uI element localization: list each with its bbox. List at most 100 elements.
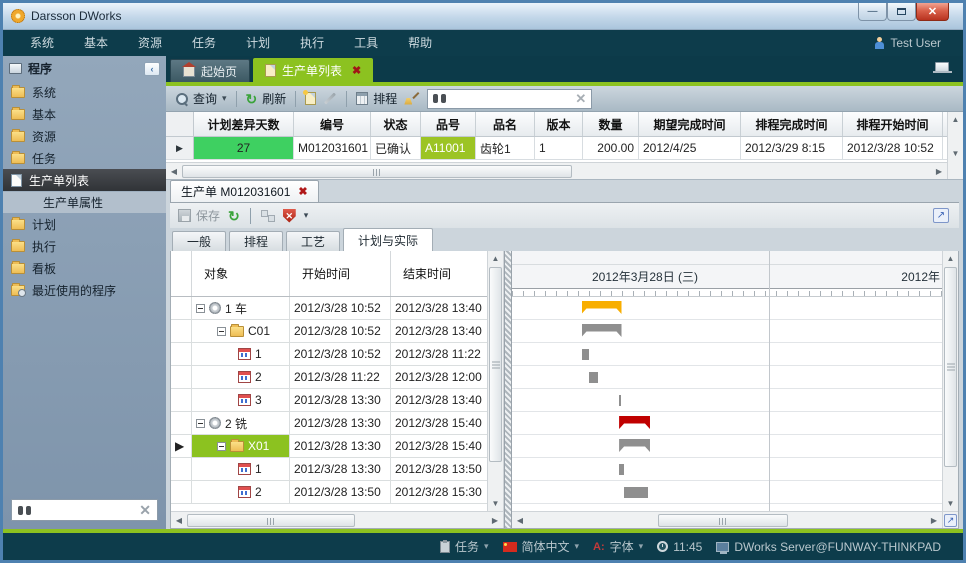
column-header-排程完成时间[interactable]: 排程完成时间 [741, 112, 843, 136]
tree-collapse-icon[interactable] [196, 419, 205, 428]
status-font-menu[interactable]: A: 字体 ▾ [593, 538, 643, 555]
scroll-down-icon[interactable]: ▼ [943, 496, 958, 511]
orders-hscrollbar[interactable]: ◀ ▶ [166, 162, 947, 179]
user-area[interactable]: Test User [874, 36, 941, 50]
tree-node[interactable]: X01 [192, 435, 290, 457]
column-header-计划差异天数[interactable]: 计划差异天数 [194, 112, 294, 136]
new-document-icon[interactable] [305, 92, 316, 105]
tree-collapse-icon[interactable] [217, 327, 226, 336]
scroll-up-icon[interactable]: ▲ [943, 251, 958, 266]
gantt-hscroll-thumb[interactable] [658, 514, 788, 527]
scroll-left-icon[interactable]: ◀ [171, 516, 187, 525]
sidebar-item-最近使用的程序[interactable]: 最近使用的程序 [3, 279, 166, 301]
grid-search-box[interactable]: ✕ [427, 89, 592, 109]
detail-tab-排程[interactable]: 排程 [229, 231, 283, 251]
detail-tab-计划与实际[interactable]: 计划与实际 [343, 228, 433, 251]
status-language-menu[interactable]: 简体中文 ▾ [503, 538, 580, 555]
status-task-menu[interactable]: 任务 ▾ [440, 538, 489, 555]
tree-node[interactable]: 1 [192, 458, 290, 480]
gantt-bar-task[interactable] [624, 487, 648, 498]
detail-refresh-icon[interactable]: ↻ [228, 210, 240, 222]
tree-hscrollbar[interactable]: ◀ ▶ [171, 511, 503, 528]
detail-tab-工艺[interactable]: 工艺 [286, 231, 340, 251]
tree-node[interactable]: C01 [192, 320, 290, 342]
column-header-状态[interactable]: 状态 [371, 112, 421, 136]
detail-doc-tab[interactable]: 生产单 M012031601 ✖ [170, 180, 319, 202]
tree-column-header-结束时间[interactable]: 结束时间 [391, 251, 488, 296]
tree-node[interactable]: 2 [192, 481, 290, 503]
tree-column-header-对象[interactable]: 对象 [192, 251, 290, 296]
open-in-window-icon[interactable]: ↗ [933, 208, 949, 223]
gantt-bar-task[interactable] [619, 395, 621, 406]
minimize-button[interactable]: — [858, 3, 887, 21]
tree-node[interactable]: 2 铣 [192, 412, 290, 434]
tree-row-1[interactable]: 12012/3/28 13:302012/3/28 13:50 [171, 458, 503, 481]
language-dropdown-icon[interactable]: ▾ [575, 541, 580, 552]
orders-vscrollbar[interactable]: ▲ ▼ [947, 112, 963, 179]
sidebar-item-生产单列表[interactable]: 生产单列表 [3, 169, 166, 191]
edit-pencil-icon[interactable] [324, 92, 336, 104]
sidebar-item-执行[interactable]: 执行 [3, 235, 166, 257]
sidebar-collapse-button[interactable]: ‹ [144, 62, 160, 76]
sidebar-item-看板[interactable]: 看板 [3, 257, 166, 279]
tree-row-C01[interactable]: C012012/3/28 10:522012/3/28 13:40 [171, 320, 503, 343]
tab-起始页[interactable]: 起始页 [170, 59, 250, 82]
shield-dropdown-icon[interactable]: ▾ [304, 210, 309, 221]
sidebar-item-生产单属性[interactable]: 生产单属性 [3, 191, 166, 213]
menu-item-资源[interactable]: 资源 [123, 30, 177, 56]
refresh-button[interactable]: ↻ 刷新 [246, 90, 287, 107]
query-button[interactable]: 查询 ▾ [176, 90, 227, 107]
order-row[interactable]: ▶27M012031601已确认A11001齿轮11200.002012/4/2… [166, 137, 963, 160]
sidebar-item-计划[interactable]: 计划 [3, 213, 166, 235]
column-header-品号[interactable]: 品号 [421, 112, 476, 136]
sidebar-item-基本[interactable]: 基本 [3, 103, 166, 125]
query-dropdown-icon[interactable]: ▾ [222, 93, 227, 104]
sidebar-item-任务[interactable]: 任务 [3, 147, 166, 169]
tree-row-1[interactable]: 12012/3/28 10:522012/3/28 11:22 [171, 343, 503, 366]
tree-hscroll-thumb[interactable] [187, 514, 355, 527]
tree-column-header-开始时间[interactable]: 开始时间 [290, 251, 391, 296]
gantt-bar-task[interactable] [589, 372, 598, 383]
tree-node[interactable]: 1 车 [192, 297, 290, 319]
tree-node[interactable]: 1 [192, 343, 290, 365]
sidebar-item-系统[interactable]: 系统 [3, 81, 166, 103]
tree-collapse-icon[interactable] [217, 442, 226, 451]
scroll-down-icon[interactable]: ▼ [488, 496, 503, 511]
tree-vscroll-thumb[interactable] [489, 267, 502, 462]
menu-item-任务[interactable]: 任务 [177, 30, 231, 56]
save-button[interactable]: 保存 [178, 207, 220, 224]
tab-生产单列表[interactable]: 生产单列表✖ [253, 58, 373, 82]
column-header-数量[interactable]: 数量 [583, 112, 639, 136]
gantt-vscrollbar[interactable]: ▲ ▼ [942, 251, 958, 511]
cancel-shield-icon[interactable]: ✕ [283, 209, 296, 223]
gantt-hscrollbar[interactable]: ◀ ▶ [512, 511, 942, 528]
tree-row-2[interactable]: 22012/3/28 13:502012/3/28 15:30 [171, 481, 503, 504]
column-header-版本[interactable]: 版本 [535, 112, 583, 136]
menu-item-执行[interactable]: 执行 [285, 30, 339, 56]
scroll-right-icon[interactable]: ▶ [926, 516, 942, 525]
close-button[interactable]: ✕ [916, 3, 949, 21]
tree-node[interactable]: 3 [192, 389, 290, 411]
maximize-button[interactable] [887, 3, 916, 21]
menu-item-基本[interactable]: 基本 [69, 30, 123, 56]
menu-item-工具[interactable]: 工具 [339, 30, 393, 56]
detail-tab-close-icon[interactable]: ✖ [298, 185, 307, 198]
scroll-up-icon[interactable]: ▲ [948, 112, 963, 127]
scroll-up-icon[interactable]: ▲ [488, 251, 503, 266]
window-list-icon[interactable] [935, 62, 949, 72]
scroll-down-icon[interactable]: ▼ [948, 146, 963, 161]
scroll-right-icon[interactable]: ▶ [931, 167, 947, 176]
tree-row-X01[interactable]: ▶X012012/3/28 13:302012/3/28 15:40 [171, 435, 503, 458]
tree-row-2 铣[interactable]: 2 铣2012/3/28 13:302012/3/28 15:40 [171, 412, 503, 435]
font-dropdown-icon[interactable]: ▾ [639, 541, 644, 552]
sidebar-search-clear-icon[interactable]: ✕ [139, 502, 151, 519]
sidebar-search-box[interactable]: ✕ [11, 499, 158, 521]
orders-hscroll-thumb[interactable] [182, 165, 572, 178]
task-dropdown-icon[interactable]: ▾ [484, 541, 489, 552]
sidebar-item-资源[interactable]: 资源 [3, 125, 166, 147]
menu-item-系统[interactable]: 系统 [15, 30, 69, 56]
scroll-right-icon[interactable]: ▶ [487, 516, 503, 525]
splitter-handle[interactable] [504, 251, 512, 528]
tree-vscrollbar[interactable]: ▲ ▼ [487, 251, 503, 511]
tree-row-2[interactable]: 22012/3/28 11:222012/3/28 12:00 [171, 366, 503, 389]
